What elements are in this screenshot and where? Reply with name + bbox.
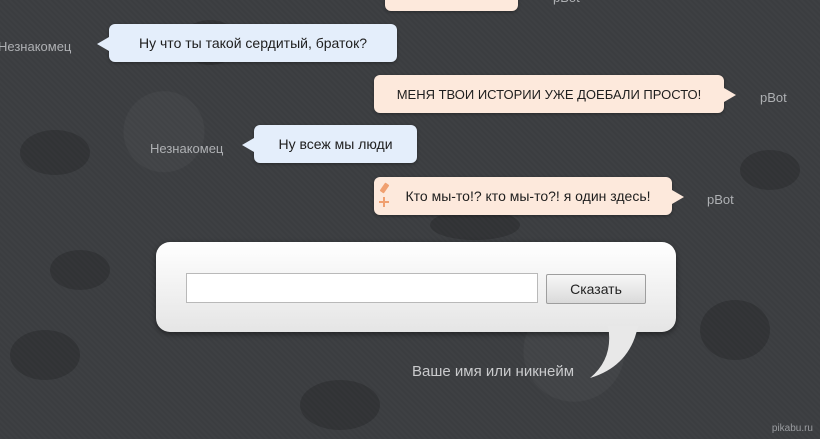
watermark: pikabu.ru — [771, 423, 813, 434]
background-cloud — [10, 330, 80, 380]
speaker-label-bot: pBot — [707, 192, 734, 207]
speaker-label-bot-partial: pBot — [553, 0, 580, 5]
background-cloud — [50, 250, 110, 290]
say-button[interactable]: Сказать — [546, 274, 646, 304]
background-cloud — [700, 300, 770, 360]
speaker-label-user: Незнакомец — [0, 39, 72, 54]
message-bubble-bot: Кто мы-то!? кто мы-то?! я один здесь! — [374, 177, 684, 215]
name-hint[interactable]: Ваше имя или никнейм — [412, 363, 574, 380]
message-text: Ну что ты такой сердитый, браток? — [139, 35, 367, 51]
message-text: МЕНЯ ТВОИ ИСТОРИИ УЖЕ ДОЕБАЛИ ПРОСТО! — [396, 86, 702, 102]
bubble-tail — [724, 88, 736, 102]
background-cloud — [740, 150, 800, 190]
message-text: Кто мы-то!? кто мы-то?! я один здесь! — [405, 188, 651, 204]
background-cloud — [300, 380, 380, 430]
message-input[interactable] — [186, 273, 538, 303]
bubble-tail — [242, 138, 254, 152]
bubble-tail — [97, 37, 109, 51]
message-text: Ну всеж мы люди — [278, 136, 393, 152]
message-bubble-bot: МЕНЯ ТВОИ ИСТОРИИ УЖЕ ДОЕБАЛИ ПРОСТО! — [374, 75, 736, 113]
edit-tools[interactable] — [379, 182, 391, 209]
background-cloud — [20, 130, 90, 175]
bubble-tail — [672, 190, 684, 204]
message-bubble-bot-partial — [385, 0, 518, 11]
pencil-icon[interactable] — [379, 182, 390, 194]
speaker-label-bot: pBot — [760, 90, 787, 105]
message-bubble-user: Ну что ты такой сердитый, браток? — [97, 24, 397, 62]
message-bubble-user: Ну всеж мы люди — [242, 125, 417, 163]
input-panel-tail — [590, 326, 638, 378]
plus-icon[interactable] — [379, 197, 389, 207]
speaker-label-user: Незнакомец — [150, 141, 224, 156]
